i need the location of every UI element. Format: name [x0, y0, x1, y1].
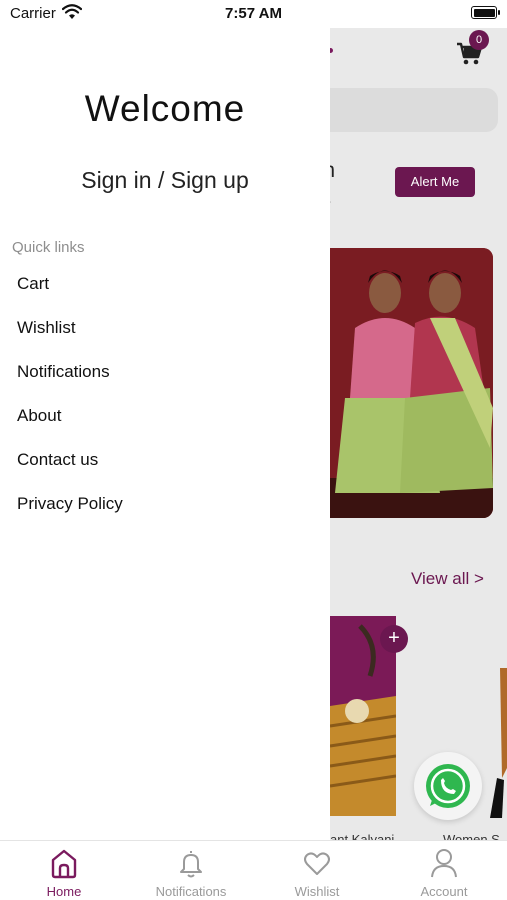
add-to-cart-button[interactable]: +: [380, 625, 408, 653]
tab-wishlist-label: Wishlist: [294, 884, 340, 899]
bottom-tab-bar: Home Notifications Wishlist Account: [0, 840, 507, 900]
tab-account-label: Account: [420, 884, 468, 899]
drawer-item-cart[interactable]: Cart: [17, 262, 317, 306]
alert-me-button[interactable]: Alert Me: [395, 167, 475, 197]
drawer-item-contact-us[interactable]: Contact us: [17, 438, 317, 482]
user-icon: [431, 849, 457, 878]
clock: 7:57 AM: [225, 5, 282, 22]
drawer-item-notifications[interactable]: Notifications: [17, 350, 317, 394]
whatsapp-icon: [426, 764, 470, 808]
home-icon: [51, 849, 77, 879]
drawer-item-wishlist[interactable]: Wishlist: [17, 306, 317, 350]
battery-icon: [471, 6, 500, 19]
product-name: ant Kalyani: [330, 832, 395, 840]
drawer-item-about[interactable]: About: [17, 394, 317, 438]
side-drawer: Welcome Sign in / Sign up Quick links Ca…: [0, 0, 330, 840]
whatsapp-button[interactable]: [414, 752, 482, 820]
heart-icon: [304, 852, 330, 875]
cart-count-badge: 0: [469, 30, 489, 50]
quick-links-menu: Cart Wishlist Notifications About Contac…: [17, 262, 317, 526]
product-name: Women S: [443, 832, 500, 840]
tab-home-label: Home: [46, 884, 82, 899]
tab-notifications-label: Notifications: [155, 884, 227, 899]
view-all-link[interactable]: View all >: [411, 569, 484, 589]
sign-in-link[interactable]: Sign in / Sign up: [0, 167, 330, 194]
tab-notifications[interactable]: Notifications: [141, 841, 241, 900]
status-bar: Carrier 7:57 AM: [0, 0, 507, 28]
welcome-heading: Welcome: [84, 88, 246, 129]
bell-icon: [180, 851, 202, 878]
quick-links-label: Quick links: [12, 239, 85, 256]
tab-account[interactable]: Account: [394, 841, 494, 900]
drawer-item-privacy-policy[interactable]: Privacy Policy: [17, 482, 317, 526]
product-model-image[interactable]: [482, 668, 507, 818]
tab-wishlist[interactable]: Wishlist: [267, 841, 367, 900]
tab-home[interactable]: Home: [14, 841, 114, 900]
